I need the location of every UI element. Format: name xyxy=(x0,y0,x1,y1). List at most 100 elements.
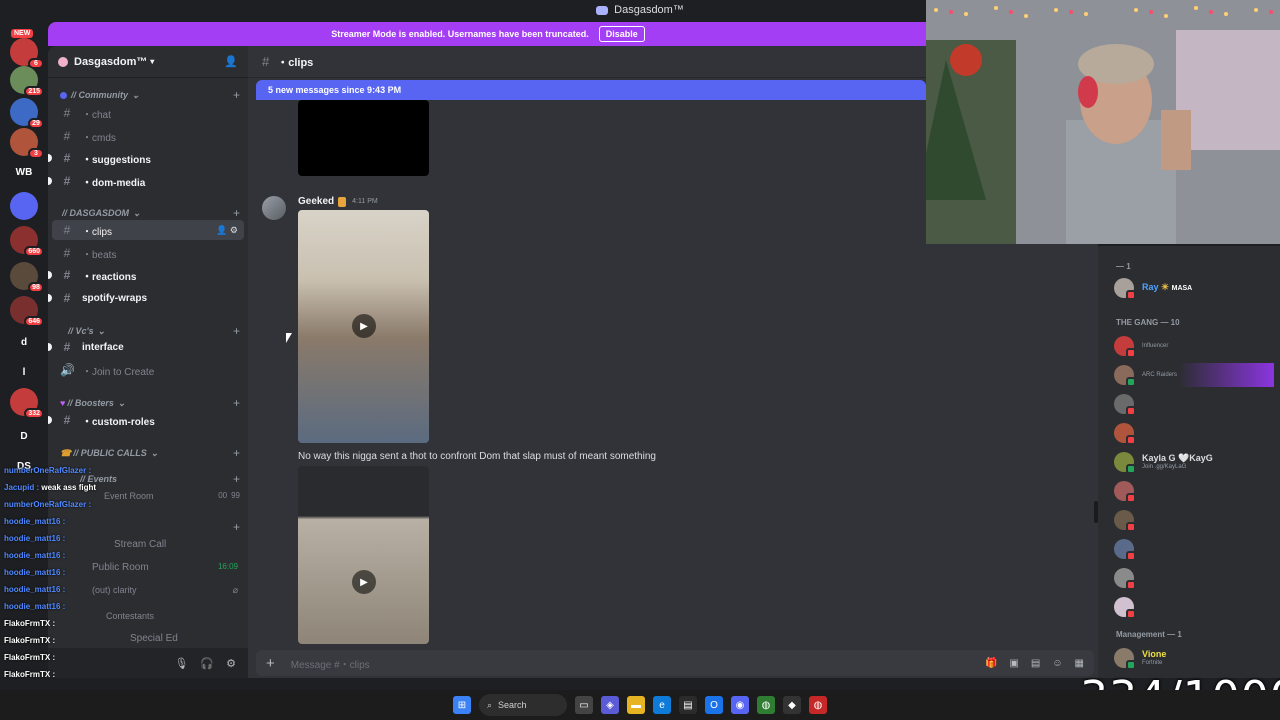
channel-dom-media[interactable]: # ・dom-media xyxy=(48,171,244,191)
server-icon[interactable]: 646 xyxy=(10,296,44,327)
overlay-chat-username: FlakoFrmTX : xyxy=(4,636,56,645)
channel-settings-gear-icon[interactable]: 👤 ⚙ xyxy=(216,225,238,236)
member-item[interactable]: Influencer xyxy=(1114,334,1274,358)
server-header[interactable]: Dasgasdom™ ▾ 👤 xyxy=(48,46,248,78)
category-vcs[interactable]: // Vc's ⌄ + xyxy=(60,324,240,338)
member-item[interactable] xyxy=(1114,508,1274,532)
play-icon[interactable]: ▶ xyxy=(352,314,376,338)
add-channel-icon[interactable]: + xyxy=(233,88,240,102)
windows-start-icon[interactable]: ⊞ xyxy=(453,696,471,714)
mention-badge: 3 xyxy=(28,148,44,159)
member-item[interactable] xyxy=(1114,421,1274,445)
message-input[interactable]: Message #・clips xyxy=(291,656,370,671)
server-icon[interactable] xyxy=(10,192,38,220)
member-item[interactable] xyxy=(1114,595,1274,619)
chevron-down-icon: ▾ xyxy=(150,57,155,66)
member-item[interactable] xyxy=(1114,566,1274,590)
apps-icon[interactable]: ▦ xyxy=(1075,658,1084,669)
channel-custom-roles[interactable]: # ・custom-roles xyxy=(48,410,244,430)
member-item[interactable] xyxy=(1114,479,1274,503)
user-settings-gear-icon[interactable]: ⚙ xyxy=(226,657,236,670)
mention-badge: 215 xyxy=(24,86,44,97)
mute-icon: ⌀ xyxy=(232,585,238,595)
server-icon[interactable]: 215 xyxy=(10,66,44,97)
member-item[interactable]: Kayla G 🤍KayG Join .gg/KayLaG xyxy=(1114,450,1274,474)
overlay-chat-username: numberOneRafGlazer : xyxy=(4,500,92,509)
channel-spotify-wraps[interactable]: # spotify-wraps xyxy=(48,288,244,308)
member-item[interactable]: Ray ☀ MASA xyxy=(1114,276,1274,300)
category-label: // Boosters xyxy=(67,398,114,408)
server-icon[interactable]: 3 xyxy=(10,128,44,159)
app-icon[interactable]: ◆ xyxy=(783,696,801,714)
overlay-chat-message: weak ass fight xyxy=(41,483,97,492)
overlay-chat-line: hoodie_matt16 : xyxy=(4,551,65,560)
server-icon[interactable]: 660 xyxy=(10,226,44,257)
server-icon[interactable]: WB xyxy=(10,158,38,186)
server-icon[interactable]: d xyxy=(10,328,38,356)
server-icon[interactable]: l xyxy=(10,358,38,386)
channel-reactions[interactable]: # ・reactions xyxy=(48,265,244,285)
channel-interface[interactable]: # interface xyxy=(48,337,244,357)
mention-badge: 646 xyxy=(24,316,44,327)
member-item[interactable]: ARC Raiders xyxy=(1114,363,1274,387)
headphones-icon[interactable]: 🎧 xyxy=(200,657,214,670)
add-channel-icon[interactable]: + xyxy=(233,324,240,338)
channel-beats[interactable]: # ・beats xyxy=(52,243,244,263)
add-member-icon[interactable]: 👤 xyxy=(224,55,238,68)
channel-chat[interactable]: # ・chat xyxy=(52,103,244,123)
discord-taskbar-icon[interactable]: ◉ xyxy=(731,696,749,714)
gif-icon[interactable]: ▣ xyxy=(1009,658,1018,669)
chrome-icon[interactable]: ◍ xyxy=(757,696,775,714)
category-community[interactable]: // Community ⌄ + xyxy=(60,88,240,102)
member-category-management: Management — 1 xyxy=(1116,630,1182,639)
member-item[interactable]: Vione Fortnite xyxy=(1114,646,1274,670)
category-label: // Vc's xyxy=(68,326,94,336)
add-channel-icon[interactable]: + xyxy=(233,206,240,220)
taskbar-search[interactable]: ⌕ Search xyxy=(479,694,567,716)
channel-clips[interactable]: # ・clips 👤 ⚙ xyxy=(52,220,244,240)
add-channel-icon[interactable]: + xyxy=(233,396,240,410)
channel-cmds[interactable]: # ・cmds xyxy=(52,126,244,146)
edge-icon[interactable]: e xyxy=(653,696,671,714)
video-attachment[interactable]: ▶ xyxy=(298,210,429,443)
server-icon[interactable]: D xyxy=(10,422,38,450)
video-attachment[interactable] xyxy=(298,100,429,176)
channel-label: interface xyxy=(82,341,124,353)
category-boosters[interactable]: ♥ // Boosters ⌄ + xyxy=(60,396,240,410)
server-icon[interactable]: 29 xyxy=(10,98,44,129)
streamer-mode-text: Streamer Mode is enabled. Usernames have… xyxy=(331,29,589,39)
sticker-icon[interactable]: ▤ xyxy=(1031,658,1040,669)
store-icon[interactable]: ▤ xyxy=(679,696,697,714)
member-item[interactable] xyxy=(1114,392,1274,416)
task-view-icon[interactable]: ▭ xyxy=(575,696,593,714)
category-public-calls[interactable]: ☎ // PUBLIC CALLS ⌄ + xyxy=(60,446,240,460)
avatar[interactable] xyxy=(262,196,286,220)
play-icon[interactable]: ▶ xyxy=(352,570,376,594)
hash-icon: # xyxy=(63,106,71,120)
microphone-icon[interactable]: 🎙 xyxy=(174,657,188,670)
add-attachment-icon[interactable]: + xyxy=(266,655,275,672)
widgets-icon[interactable]: ◈ xyxy=(601,696,619,714)
message-author[interactable]: Geeked xyxy=(298,196,334,207)
category-dasgasdom[interactable]: // DASGASDOM ⌄ + xyxy=(60,206,240,220)
message-composer[interactable]: + Message #・clips 🎁 ▣ ▤ ☺ ▦ xyxy=(256,650,1094,676)
channel-suggestions[interactable]: # ・suggestions xyxy=(48,148,244,168)
server-icon[interactable]: 332 xyxy=(10,388,44,419)
server-icon[interactable]: 98 xyxy=(10,262,44,293)
channel-join-to-create[interactable]: 🔊 ・Join to Create xyxy=(52,360,244,380)
outlook-icon[interactable]: O xyxy=(705,696,723,714)
emoji-icon[interactable]: ☺ xyxy=(1052,658,1062,669)
gift-icon[interactable]: 🎁 xyxy=(985,658,997,669)
overlay-chat-line: hoodie_matt16 : xyxy=(4,585,65,594)
event-room-count: 00 xyxy=(218,491,228,500)
add-channel-icon[interactable]: + xyxy=(233,472,240,486)
new-messages-bar[interactable]: 5 new messages since 9:43 PM xyxy=(256,80,926,100)
member-item[interactable] xyxy=(1114,537,1274,561)
disable-streamer-mode-button[interactable]: Disable xyxy=(598,26,645,42)
chrome-alt-icon[interactable]: ◍ xyxy=(809,696,827,714)
add-channel-icon[interactable]: + xyxy=(233,520,240,534)
file-explorer-icon[interactable]: ▬ xyxy=(627,696,645,714)
video-attachment[interactable]: ▶ xyxy=(298,466,429,644)
server-icon[interactable]: 6 xyxy=(10,38,44,69)
add-channel-icon[interactable]: + xyxy=(233,446,240,460)
